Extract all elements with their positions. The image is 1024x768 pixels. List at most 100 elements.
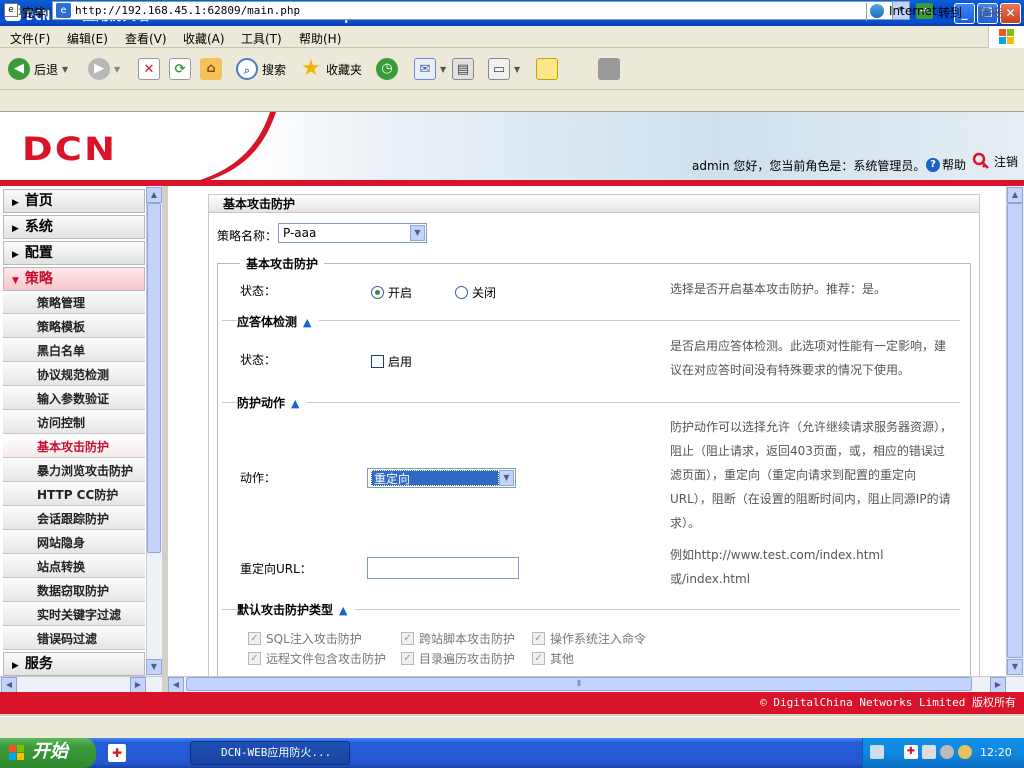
content-scroll-down-icon[interactable]: ▼: [1007, 659, 1023, 675]
menu-help[interactable]: 帮助(H): [299, 30, 341, 47]
sidebar-subitem-input-validation[interactable]: 输入参数验证: [3, 388, 145, 410]
print-button[interactable]: ▤: [452, 57, 474, 81]
attack-type-os-command: ✓ 操作系统注入命令: [532, 630, 646, 647]
refresh-button[interactable]: ⟳: [169, 57, 191, 81]
menu-favorites[interactable]: 收藏(A): [183, 30, 225, 47]
content-scroll-thumb[interactable]: [1007, 203, 1023, 658]
forward-button[interactable]: ▶ ▼: [88, 57, 120, 81]
menu-tools[interactable]: 工具(T): [241, 30, 282, 47]
checkbox-checked-disabled-icon: ✓: [532, 652, 545, 665]
redirect-help-text: 例如http://www.test.com/index.html或/index.…: [670, 548, 884, 586]
status-on-radio[interactable]: 开启: [371, 284, 412, 301]
collapse-caret-icon: ▲: [291, 397, 300, 410]
security-tray-icon[interactable]: [958, 745, 972, 759]
printer-icon: ▤: [452, 58, 474, 80]
panel-title: 基本攻击防护: [209, 195, 979, 213]
logout-link[interactable]: 注销: [972, 152, 1018, 170]
sidebar-scroll-up-icon[interactable]: ▲: [146, 187, 162, 203]
attack-type-label: 其他: [550, 652, 575, 666]
attack-type-label: 操作系统注入命令: [550, 632, 647, 646]
sidebar-subitem-access-control[interactable]: 访问控制: [3, 412, 145, 434]
attack-type-xss: ✓ 跨站脚本攻击防护: [401, 630, 515, 647]
sidebar-subitem-policy-template[interactable]: 策略模板: [3, 316, 145, 338]
sidebar-scroll-thumb[interactable]: [147, 203, 161, 553]
action-section-label: 防护动作: [237, 396, 286, 410]
favorites-label: 收藏夹: [326, 62, 363, 77]
checkbox-checked-disabled-icon: ✓: [248, 652, 261, 665]
search-label: 搜索: [262, 62, 287, 77]
help-link[interactable]: ? 帮助: [926, 156, 966, 173]
response-enable-checkbox[interactable]: 启用: [371, 353, 412, 370]
home-button[interactable]: ⌂: [200, 57, 222, 81]
star-icon: ★: [301, 56, 321, 81]
help-label: 帮助: [942, 158, 967, 172]
sidebar-item-label: 配置: [24, 245, 53, 261]
sidebar-subitem-brute-browse[interactable]: 暴力浏览攻击防护: [3, 460, 145, 482]
policy-name-select[interactable]: P-aaa ▼: [278, 223, 427, 243]
content-scroll-left-icon[interactable]: ◀: [168, 677, 184, 693]
quicklaunch-app-icon[interactable]: ✚: [108, 744, 126, 762]
menu-edit[interactable]: 编辑(E): [67, 30, 108, 47]
content-hscroll-thumb[interactable]: ⦀: [186, 677, 972, 691]
action-section-title[interactable]: 防护动作 ▲: [237, 394, 308, 411]
sidebar-scroll-down-icon[interactable]: ▼: [146, 659, 162, 675]
radio-off-label: 关闭: [472, 286, 497, 300]
sidebar-subitem-keyword-filter[interactable]: 实时关键字过滤: [3, 604, 145, 626]
sidebar-subitem-errorcode-filter[interactable]: 错误码过滤: [3, 628, 145, 650]
status-off-radio[interactable]: 关闭: [455, 284, 496, 301]
sidebar-subitem-policy-manage[interactable]: 策略管理: [3, 292, 145, 314]
address-input[interactable]: e http://192.168.45.1:62809/main.php ▼: [52, 1, 910, 20]
history-button[interactable]: ◷: [376, 57, 398, 81]
status-help-text: 选择是否开启基本攻击防护。推荐：是。: [670, 282, 887, 296]
user-greeting: admin 您好，您当前角色是：系统管理员。: [692, 159, 926, 173]
sidebar-item-policy[interactable]: ▼ 策略: [3, 267, 145, 291]
response-section-title[interactable]: 应答体检测 ▲: [237, 313, 320, 330]
radio-checked-icon: [371, 286, 384, 299]
action-select[interactable]: 重定向 ▼: [367, 468, 516, 488]
sidebar-item-service[interactable]: ▶ 服务: [3, 652, 145, 676]
stop-button[interactable]: ✕: [138, 57, 160, 81]
action-help-text: 防护动作可以选择允许（允许继续请求服务器资源），阻止（阻止请求，返回403页面，…: [670, 420, 953, 530]
sidebar-scroll-right-icon[interactable]: ▶: [130, 677, 146, 693]
messenger-icon: [598, 58, 620, 80]
app-tray-icon[interactable]: ✚: [904, 745, 918, 759]
content-scroll-right-icon[interactable]: ▶: [990, 677, 1006, 693]
clock: 12:20: [980, 746, 1012, 759]
attack-type-label: SQL注入攻击防护: [266, 632, 362, 646]
sidebar-subitem-protocol-check[interactable]: 协议规范检测: [3, 364, 145, 386]
messenger-button[interactable]: [598, 57, 620, 81]
sidebar-subitem-data-theft[interactable]: 数据窃取防护: [3, 580, 145, 602]
search-button[interactable]: ⌕ 搜索: [236, 57, 286, 81]
mail-button[interactable]: ✉ ▼: [414, 57, 446, 81]
sidebar-subitem-site-convert[interactable]: 站点转换: [3, 556, 145, 578]
attack-type-rfi: ✓ 远程文件包含攻击防护: [248, 650, 386, 667]
dcn-logo: DCN: [22, 130, 118, 168]
sidebar-subitem-session-track[interactable]: 会话跟踪防护: [3, 508, 145, 530]
redirect-url-input[interactable]: [367, 557, 519, 579]
network-tray-icon[interactable]: [922, 745, 936, 759]
keyboard-tray-icon[interactable]: [870, 745, 884, 759]
sidebar-item-config[interactable]: ▶ 配置: [3, 241, 145, 265]
volume-tray-icon[interactable]: [940, 745, 954, 759]
sidebar-scroll-left-icon[interactable]: ◀: [1, 677, 17, 693]
search-icon: ⌕: [236, 58, 258, 80]
menu-file[interactable]: 文件(F): [10, 30, 50, 47]
content-scroll-up-icon[interactable]: ▲: [1007, 187, 1023, 203]
sidebar-subitem-http-cc[interactable]: HTTP CC防护: [3, 484, 145, 506]
sidebar-subitem-basic-attack[interactable]: 基本攻击防护: [3, 436, 145, 458]
back-button[interactable]: ◀ 后退 ▼: [8, 57, 68, 81]
edit-icon: ▭: [488, 58, 510, 80]
sidebar-subitem-site-cloak[interactable]: 网站隐身: [3, 532, 145, 554]
edit-button[interactable]: ▭ ▼: [488, 57, 520, 81]
forward-arrow-icon: ▶: [88, 58, 110, 80]
action-label: 动作：: [240, 471, 277, 485]
attack-type-section-title[interactable]: 默认攻击防护类型 ▲: [237, 601, 356, 618]
menu-view[interactable]: 查看(V): [125, 30, 167, 47]
sidebar-item-system[interactable]: ▶ 系统: [3, 215, 145, 239]
taskbar-window-button[interactable]: DCN-WEB应用防火...: [190, 741, 350, 765]
sidebar-item-home[interactable]: ▶ 首页: [3, 189, 145, 213]
sidebar-subitem-blackwhite-list[interactable]: 黑白名单: [3, 340, 145, 362]
discuss-button[interactable]: [536, 57, 558, 81]
windows-logo-icon: [988, 26, 1024, 48]
favorites-button[interactable]: ★ 收藏夹: [300, 57, 362, 81]
